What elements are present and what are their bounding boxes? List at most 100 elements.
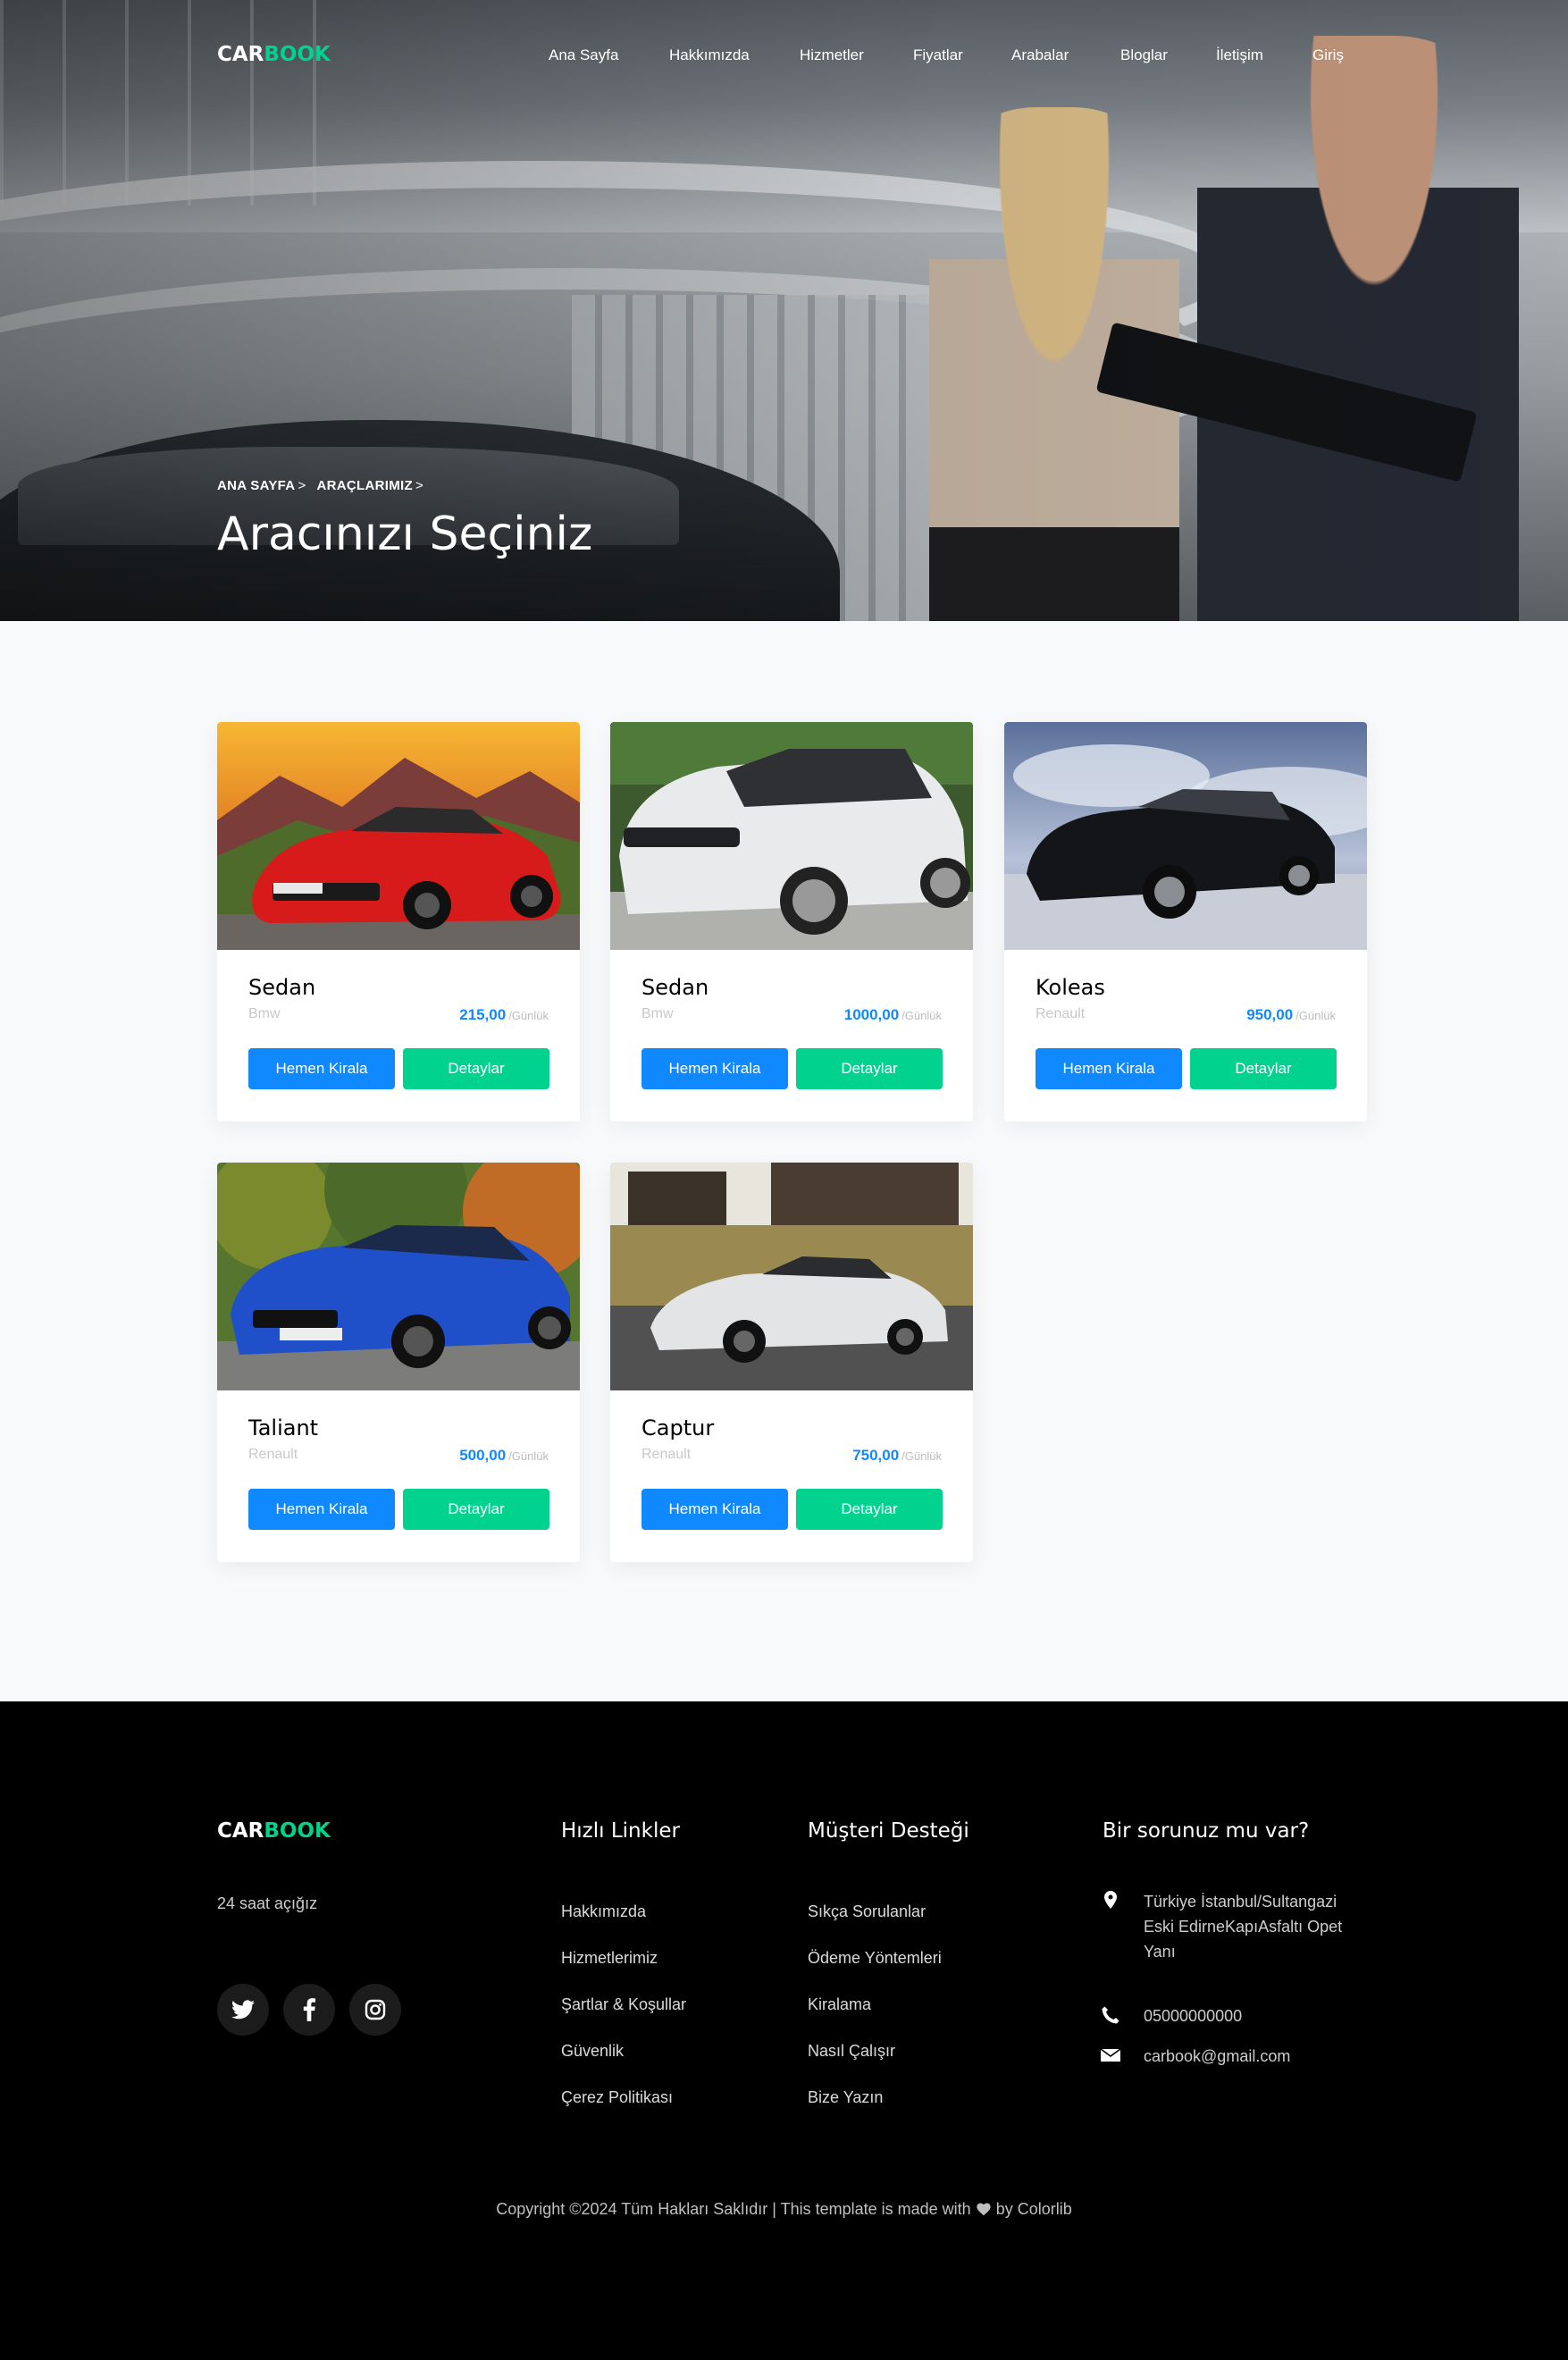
footer-link-cerez[interactable]: Çerez Politikası (561, 2088, 673, 2107)
car-photo-black-mustang (1004, 722, 1367, 950)
heart-icon (977, 2203, 991, 2216)
car-brand: Renault (1036, 1006, 1086, 1021)
copyright-text: Copyright ©2024 Tüm Hakları Saklıdır | T… (0, 2200, 1568, 2219)
colorlib-link[interactable]: by Colorlib (996, 2200, 1072, 2218)
nav-item-ana-sayfa[interactable]: Ana Sayfa (549, 46, 618, 64)
car-card: Sedan Bmw 215,00/Günlük Hemen Kirala Det… (217, 722, 580, 1121)
car-title: Koleas (1036, 975, 1105, 1000)
price-value: 500,00 (459, 1447, 507, 1464)
car-price: 750,00/Günlük (852, 1447, 942, 1465)
details-button[interactable]: Detaylar (403, 1048, 549, 1089)
car-brand: Renault (641, 1447, 692, 1462)
footer: CARBOOK 24 saat açığız Hızlı Linkler Hak… (0, 1701, 1568, 2360)
car-title: Captur (641, 1415, 715, 1440)
car-card: Taliant Renault 500,00/Günlük Hemen Kira… (217, 1163, 580, 1562)
car-image[interactable] (610, 722, 973, 950)
quick-links-heading: Hızlı Linkler (561, 1819, 680, 1843)
nav-item-hizmetler[interactable]: Hizmetler (800, 46, 864, 64)
footer-link-nasil-calisir[interactable]: Nasıl Çalışır (808, 2042, 895, 2061)
opening-hours-text: 24 saat açığız (217, 1894, 318, 1912)
facebook-icon[interactable] (283, 1984, 335, 2036)
rent-now-button[interactable]: Hemen Kirala (641, 1048, 788, 1089)
footer-link-bize-yazin[interactable]: Bize Yazın (808, 2088, 883, 2107)
car-price: 500,00/Günlük (459, 1447, 549, 1465)
contact-email[interactable]: carbook@gmail.com (1144, 2044, 1358, 2069)
car-photo-red-roadster (217, 722, 580, 950)
breadcrumb-current: ARAÇLARIMIZ (316, 478, 413, 493)
price-value: 215,00 (459, 1006, 507, 1023)
car-brand: Bmw (248, 1006, 281, 1021)
nav-item-fiyatlar[interactable]: Fiyatlar (913, 46, 963, 64)
car-card: Koleas Renault 950,00/Günlük Hemen Kiral… (1004, 722, 1367, 1121)
price-unit: /Günlük (901, 1009, 942, 1022)
rent-now-button[interactable]: Hemen Kirala (1036, 1048, 1182, 1089)
brand-part1: CAR (217, 43, 264, 66)
price-unit: /Günlük (1295, 1009, 1336, 1022)
rent-now-button[interactable]: Hemen Kirala (248, 1489, 395, 1530)
copyright-left: Copyright ©2024 Tüm Hakları Saklıdır | T… (496, 2200, 971, 2218)
footer-brand-logo[interactable]: CARBOOK (217, 1819, 331, 1843)
price-value: 1000,00 (843, 1006, 900, 1023)
car-image[interactable] (610, 1163, 973, 1390)
nav-item-arabalar[interactable]: Arabalar (1011, 46, 1069, 64)
car-title: Taliant (248, 1415, 319, 1440)
footer-brand-part2: BOOK (264, 1819, 331, 1843)
price-unit: /Günlük (508, 1449, 549, 1463)
page-title: Aracınızı Seçiniz (217, 508, 593, 561)
car-image[interactable] (217, 1163, 580, 1390)
car-image[interactable] (1004, 722, 1367, 950)
car-photo-white-suv (610, 722, 973, 950)
breadcrumb: ANA SAYFA > ARAÇLARIMIZ > (217, 478, 434, 493)
hero-banner: CARBOOK Ana Sayfa Hakkımızda Hizmetler F… (0, 0, 1568, 621)
phone-icon (1102, 2006, 1119, 2024)
brand-part2: BOOK (264, 43, 331, 66)
twitter-icon[interactable] (217, 1984, 269, 2036)
price-value: 950,00 (1246, 1006, 1294, 1023)
price-value: 750,00 (852, 1447, 900, 1464)
car-price: 1000,00/Günlük (844, 1006, 942, 1024)
contact-address: Türkiye İstanbul/Sultangazi Eski EdirneK… (1144, 1893, 1343, 1961)
price-unit: /Günlük (508, 1009, 549, 1022)
details-button[interactable]: Detaylar (796, 1048, 943, 1089)
rent-now-button[interactable]: Hemen Kirala (248, 1048, 395, 1089)
support-heading: Müşteri Desteği (808, 1819, 969, 1843)
rent-now-button[interactable]: Hemen Kirala (641, 1489, 788, 1530)
car-brand: Renault (248, 1447, 298, 1462)
car-photo-white-supercar (610, 1163, 973, 1390)
envelope-icon (1101, 2048, 1120, 2062)
brand-logo[interactable]: CARBOOK (217, 43, 331, 66)
nav-item-bloglar[interactable]: Bloglar (1120, 46, 1168, 64)
car-image[interactable] (217, 722, 580, 950)
car-title: Sedan (641, 975, 709, 1000)
instagram-icon[interactable] (349, 1984, 401, 2036)
footer-link-kiralama[interactable]: Kiralama (808, 1995, 871, 2014)
nav-item-iletisim[interactable]: İletişim (1216, 46, 1263, 64)
footer-link-hizmetlerimiz[interactable]: Hizmetlerimiz (561, 1949, 658, 1968)
car-title: Sedan (248, 975, 316, 1000)
contact-phone[interactable]: 05000000000 (1144, 2003, 1358, 2028)
footer-link-odeme[interactable]: Ödeme Yöntemleri (808, 1949, 942, 1968)
footer-link-sartlar[interactable]: Şartlar & Koşullar (561, 1995, 686, 2014)
breadcrumb-home[interactable]: ANA SAYFA (217, 478, 295, 493)
nav-item-hakkimizda[interactable]: Hakkımızda (669, 46, 750, 64)
footer-link-sss[interactable]: Sıkça Sorulanlar (808, 1902, 926, 1921)
car-card: Captur Renault 750,00/Günlük Hemen Kiral… (610, 1163, 973, 1562)
top-navbar: CARBOOK Ana Sayfa Hakkımızda Hizmetler F… (0, 0, 1568, 116)
details-button[interactable]: Detaylar (1190, 1048, 1337, 1089)
details-button[interactable]: Detaylar (796, 1489, 943, 1530)
nav-item-giris[interactable]: Giriş (1312, 46, 1344, 64)
details-button[interactable]: Detaylar (403, 1489, 549, 1530)
car-brand: Bmw (641, 1006, 674, 1021)
footer-link-guvenlik[interactable]: Güvenlik (561, 2042, 624, 2061)
footer-brand-part1: CAR (217, 1819, 264, 1843)
car-price: 215,00/Günlük (459, 1006, 549, 1024)
car-price: 950,00/Günlük (1246, 1006, 1336, 1024)
car-card: Sedan Bmw 1000,00/Günlük Hemen Kirala De… (610, 722, 973, 1121)
price-unit: /Günlük (901, 1449, 942, 1463)
breadcrumb-chevron-icon: > (298, 478, 306, 493)
map-marker-icon (1104, 1891, 1117, 1909)
footer-link-hakkimizda[interactable]: Hakkımızda (561, 1902, 646, 1921)
contact-heading: Bir sorunuz mu var? (1103, 1819, 1310, 1843)
breadcrumb-chevron-icon: > (415, 478, 424, 493)
car-photo-blue-bmw (217, 1163, 580, 1390)
